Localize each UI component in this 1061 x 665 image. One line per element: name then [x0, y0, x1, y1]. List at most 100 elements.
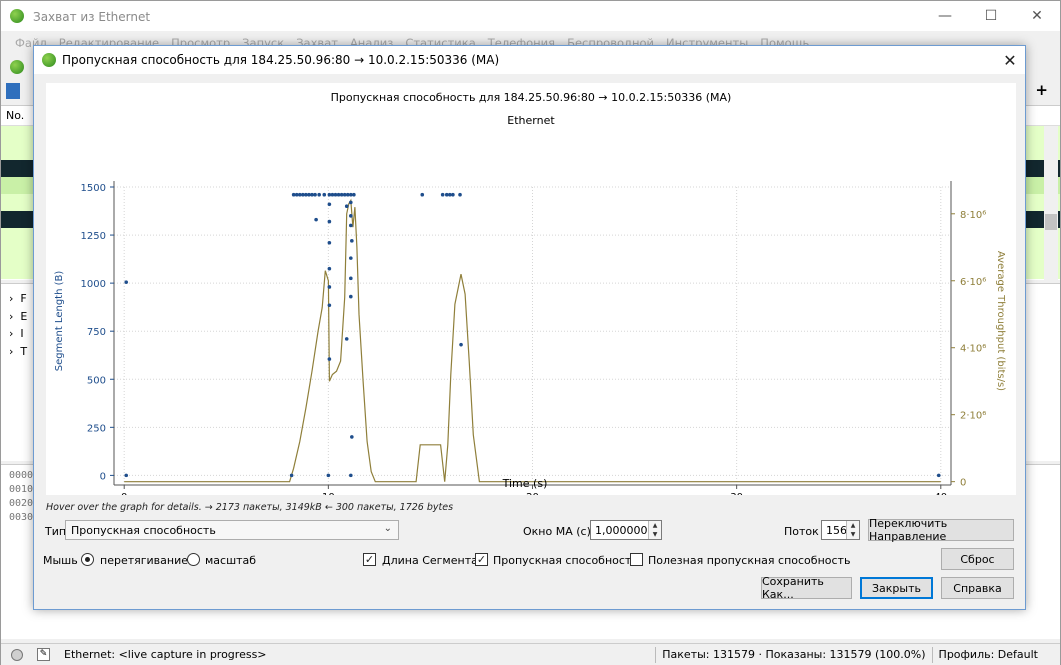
scrollbar-thumb[interactable] — [1045, 214, 1057, 230]
y-axis-label: Segment Length (B) — [54, 271, 65, 372]
mouse-drag-radio[interactable] — [81, 553, 94, 566]
mouse-zoom-radio[interactable] — [187, 553, 200, 566]
segment-point — [349, 276, 353, 281]
maximize-icon[interactable]: ☐ — [968, 1, 1014, 31]
segment-point — [339, 192, 344, 197]
close-icon[interactable]: ✕ — [1014, 1, 1060, 31]
bytes-offsets: 0000 0010 0020 0030 — [9, 469, 33, 525]
list-item[interactable]: › F — [9, 290, 27, 308]
chart-title: Пропускная способность для 184.25.50.96:… — [331, 91, 732, 104]
segment-point — [420, 192, 425, 197]
add-filter-button-icon[interactable]: + — [1035, 81, 1048, 99]
status-profile-text[interactable]: Профиль: Default — [939, 648, 1038, 661]
chart-axes: 0 10 20 30 40 0 250 500 750 1000 1250 1500 0 2·10⁶ 4·1… — [81, 181, 986, 503]
stream-spinbox[interactable]: 156 ▲ ▼ — [821, 520, 860, 540]
segment-length-checkbox[interactable]: ✓ — [363, 553, 376, 566]
goodput-label: Полезная пропускная способность — [648, 554, 851, 567]
main-titlebar: Захват из Ethernet — ☐ ✕ — [1, 1, 1060, 31]
segment-point — [349, 214, 353, 218]
graph-type-select[interactable]: Пропускная способность ⌄ — [65, 520, 399, 540]
capture-comment-icon[interactable]: ✎ — [37, 648, 50, 661]
y-tick-label: 0 — [100, 471, 106, 482]
throughput-checkbox[interactable]: ✓ — [475, 553, 488, 566]
segment-point — [326, 473, 331, 478]
segment-point — [327, 285, 332, 289]
segment-point — [440, 192, 445, 197]
ma-window-spinbox[interactable]: 1,000000 ▲ ▼ — [590, 520, 662, 540]
segment-point — [349, 294, 353, 299]
throughput-dialog: Пропускная способность для 184.25.50.96:… — [33, 45, 1026, 610]
close-button[interactable]: Закрыть — [860, 577, 933, 599]
segment-point — [344, 337, 349, 341]
segment-point — [349, 200, 353, 205]
ma-window-label: Окно MA (с) — [523, 525, 591, 538]
segment-point — [444, 192, 449, 197]
bytes-offset: 0010 — [9, 484, 34, 495]
segment-point — [291, 192, 296, 197]
y2-tick-label: 0 — [960, 478, 966, 489]
segment-point — [336, 192, 341, 197]
window-controls: — ☐ ✕ — [922, 1, 1060, 31]
segment-point — [124, 473, 129, 478]
spin-arrows-icon[interactable]: ▲ ▼ — [846, 521, 859, 539]
y-tick-label: 500 — [87, 375, 106, 386]
segment-point — [448, 192, 452, 197]
segment-point — [289, 473, 294, 478]
throughput-graph[interactable]: Пропускная способность для 184.25.50.96:… — [46, 83, 1016, 503]
x-axis-label: Time (s) — [502, 477, 548, 490]
y-tick-label: 250 — [87, 423, 106, 434]
segment-point — [349, 223, 353, 228]
type-label: Тип — [45, 525, 67, 538]
chevron-right-icon: › — [9, 327, 21, 340]
dialog-close-icon[interactable]: ✕ — [995, 46, 1025, 74]
status-packets-text: Пакеты: 131579 · Показаны: 131579 (100.0… — [662, 648, 926, 661]
segment-point — [342, 192, 347, 197]
main-window-title: Захват из Ethernet — [33, 10, 151, 24]
packet-list-scrollbar[interactable] — [1044, 126, 1058, 281]
y2-tick-label: 4·10⁶ — [960, 344, 986, 355]
y-tick-label: 750 — [87, 327, 106, 338]
dialog-titlebar: Пропускная способность для 184.25.50.96:… — [34, 46, 1025, 74]
spin-arrows-icon[interactable]: ▲ ▼ — [648, 521, 661, 539]
expert-info-icon[interactable] — [11, 648, 23, 661]
segment-point — [350, 239, 354, 243]
save-as-button[interactable]: Сохранить Как... — [761, 575, 852, 601]
segment-point — [327, 240, 332, 245]
y2-tick-label: 8·10⁶ — [960, 210, 986, 221]
segment-point — [310, 192, 314, 197]
minimize-icon[interactable]: — — [922, 1, 968, 31]
segment-point — [327, 266, 332, 271]
chevron-down-icon: ⌄ — [383, 523, 392, 534]
segment-point — [352, 192, 356, 197]
x-tick-label: 20 — [526, 492, 539, 495]
list-item[interactable]: › T — [9, 343, 27, 361]
segment-point — [451, 192, 455, 197]
segment-point — [327, 303, 332, 308]
y-tick-label: 1500 — [81, 183, 106, 194]
chevron-right-icon: › — [9, 292, 21, 305]
status-divider — [931, 646, 933, 663]
segment-point — [327, 219, 332, 224]
y2-tick-label: 2·10⁶ — [960, 411, 986, 422]
bookmark-icon[interactable] — [6, 83, 20, 99]
switch-direction-button[interactable]: Переключить Направление — [868, 517, 1014, 543]
segment-point — [349, 256, 353, 260]
goodput-checkbox[interactable] — [630, 553, 643, 566]
segment-point — [304, 192, 308, 197]
segment-point — [301, 192, 305, 197]
segment-point — [345, 192, 350, 197]
segment-length-label: Длина Сегмента — [382, 554, 478, 567]
reset-button[interactable]: Сброс — [941, 548, 1014, 570]
y-tick-label: 1250 — [81, 231, 106, 242]
status-divider — [655, 646, 657, 663]
chart-grid — [114, 186, 951, 485]
segment-point — [330, 192, 335, 197]
list-item[interactable]: › E — [9, 308, 27, 326]
list-item[interactable]: › I — [9, 325, 27, 343]
throughput-chart-svg[interactable]: Пропускная способность для 184.25.50.96:… — [46, 83, 1016, 503]
help-button[interactable]: Справка — [941, 577, 1014, 599]
chevron-right-icon: › — [9, 344, 21, 358]
start-capture-icon[interactable] — [10, 60, 24, 74]
segment-point — [327, 357, 332, 361]
mouse-zoom-label: масштаб — [205, 554, 257, 567]
